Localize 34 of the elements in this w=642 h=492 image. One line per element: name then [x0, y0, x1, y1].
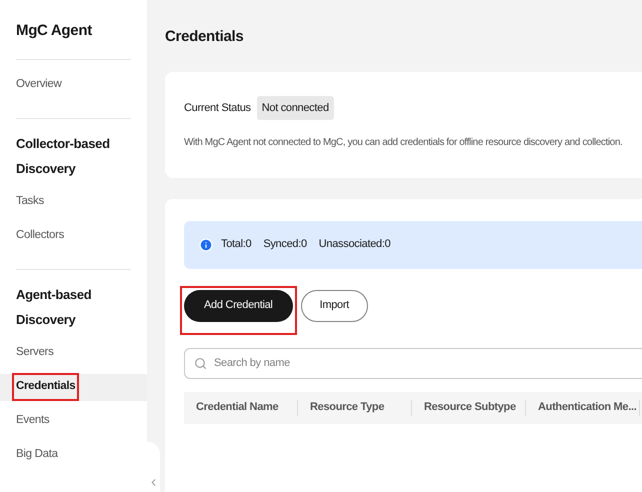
nav-label: Tasks	[16, 194, 44, 210]
search-icon	[194, 356, 207, 370]
column-header: Credential Name	[195, 400, 280, 416]
nav-label: Events	[16, 413, 50, 428]
info-icon	[199, 238, 213, 252]
app-title: MgC Agent	[15, 21, 93, 41]
summary-count: Total:0	[221, 237, 252, 252]
nav-label: Overview	[16, 77, 62, 92]
status-label: Current Status	[184, 100, 251, 116]
nav-item[interactable]: Tasks	[0, 188, 147, 216]
nav-label: Big Data	[16, 447, 58, 462]
section-heading: Collector-based Discovery	[15, 134, 111, 178]
collapse-handle[interactable]	[147, 442, 160, 492]
nav-item[interactable]: Events	[0, 408, 147, 434]
search-field[interactable]: Search by name	[184, 348, 642, 378]
column-header: Resource Type	[309, 400, 386, 416]
highlighted-label: Credentials	[12, 373, 80, 401]
status-description: With MgC Agent not connected to MgC, you can add credentials for offline resource discovery and collection.	[184, 136, 624, 150]
section-heading: Agent-based Discovery	[15, 286, 92, 329]
nav-label: Servers	[16, 345, 54, 360]
nav-item[interactable]: Servers	[0, 340, 147, 366]
nav-label: Collectors	[16, 228, 64, 244]
nav-item[interactable]: Overview	[0, 72, 147, 98]
page-title: Credentials	[165, 27, 244, 47]
nav-item[interactable]: Collectors	[0, 222, 147, 250]
summary-count: Unassociated:0	[318, 237, 390, 252]
import-button[interactable]: Import	[300, 290, 368, 322]
nav-item[interactable]: Credentials	[0, 374, 147, 400]
add-button[interactable]: Add Credential	[184, 290, 293, 322]
column-header: Authentication Me...	[537, 400, 638, 416]
nav-item[interactable]: Big Data	[0, 442, 147, 468]
status-tag: Not connected	[256, 96, 334, 120]
column-header: Resource Subtype	[423, 400, 517, 416]
summary-count: Synced:0	[263, 237, 307, 252]
